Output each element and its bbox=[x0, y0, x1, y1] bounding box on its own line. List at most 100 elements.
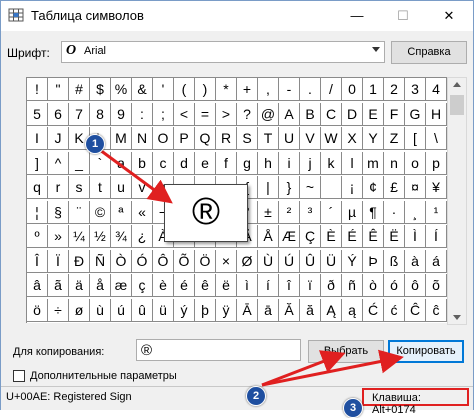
char-cell[interactable]: © bbox=[90, 200, 111, 224]
char-cell[interactable]: ¤ bbox=[405, 176, 426, 199]
char-cell[interactable]: ! bbox=[27, 78, 48, 101]
char-cell[interactable]: E bbox=[363, 102, 384, 126]
char-cell[interactable]: : bbox=[132, 102, 153, 126]
char-cell[interactable]: Ü bbox=[321, 249, 342, 273]
char-cell[interactable]: 2 bbox=[384, 78, 405, 101]
char-cell[interactable]: × bbox=[216, 249, 237, 273]
char-cell[interactable]: % bbox=[111, 78, 132, 101]
char-cell[interactable]: ~ bbox=[300, 176, 321, 199]
char-cell[interactable]: H bbox=[426, 102, 447, 126]
char-cell[interactable]: ^ bbox=[48, 151, 69, 175]
char-cell[interactable]: _ bbox=[69, 151, 90, 175]
char-cell[interactable]: u bbox=[111, 176, 132, 199]
char-cell[interactable]: + bbox=[237, 78, 258, 101]
close-button[interactable]: ✕ bbox=[426, 1, 472, 31]
char-cell[interactable]: n bbox=[384, 151, 405, 175]
char-cell[interactable]: B bbox=[300, 102, 321, 126]
char-cell[interactable]: v bbox=[132, 176, 153, 199]
char-cell[interactable]: · bbox=[384, 200, 405, 224]
char-cell[interactable]: | bbox=[258, 176, 279, 199]
char-cell[interactable]: Å bbox=[258, 225, 279, 248]
char-cell[interactable]: ] bbox=[27, 151, 48, 175]
char-cell[interactable]: * bbox=[216, 78, 237, 101]
char-cell[interactable]: ô bbox=[405, 274, 426, 297]
advanced-view-label[interactable]: Дополнительные параметры bbox=[30, 370, 177, 382]
char-cell[interactable]: ø bbox=[69, 298, 90, 322]
char-cell[interactable]: P bbox=[174, 127, 195, 150]
char-cell[interactable]: ¼ bbox=[69, 225, 90, 248]
char-cell[interactable]: î bbox=[279, 274, 300, 297]
char-cell[interactable]: Y bbox=[363, 127, 384, 150]
char-cell[interactable]: I bbox=[27, 127, 48, 150]
char-cell[interactable]: T bbox=[258, 127, 279, 150]
char-cell[interactable]: » bbox=[48, 225, 69, 248]
char-cell[interactable]: > bbox=[216, 102, 237, 126]
char-cell[interactable] bbox=[321, 176, 342, 199]
grid-scrollbar[interactable] bbox=[447, 77, 467, 325]
char-cell[interactable]: " bbox=[48, 78, 69, 101]
char-cell[interactable]: ÿ bbox=[216, 298, 237, 322]
char-cell[interactable]: Ĉ bbox=[405, 298, 426, 322]
char-cell[interactable]: å bbox=[90, 274, 111, 297]
char-cell[interactable]: ÷ bbox=[48, 298, 69, 322]
char-cell[interactable]: G bbox=[405, 102, 426, 126]
char-cell[interactable]: ½ bbox=[90, 225, 111, 248]
chevron-down-icon[interactable] bbox=[372, 47, 380, 52]
char-cell[interactable]: ª bbox=[111, 200, 132, 224]
minimize-button[interactable]: — bbox=[334, 1, 380, 31]
char-cell[interactable]: } bbox=[279, 176, 300, 199]
font-select[interactable]: O Arial bbox=[61, 41, 385, 63]
char-cell[interactable]: V bbox=[300, 127, 321, 150]
char-cell[interactable]: & bbox=[132, 78, 153, 101]
char-cell[interactable]: $ bbox=[90, 78, 111, 101]
char-cell[interactable]: = bbox=[195, 102, 216, 126]
char-cell[interactable]: b bbox=[132, 151, 153, 175]
char-cell[interactable]: ³ bbox=[300, 200, 321, 224]
char-cell[interactable]: ā bbox=[258, 298, 279, 322]
char-cell[interactable]: Ç bbox=[300, 225, 321, 248]
char-cell[interactable]: f bbox=[216, 151, 237, 175]
char-cell[interactable]: ó bbox=[384, 274, 405, 297]
scroll-up-arrow-icon[interactable] bbox=[453, 82, 461, 87]
char-cell[interactable]: c bbox=[153, 151, 174, 175]
char-cell[interactable]: ) bbox=[195, 78, 216, 101]
char-cell[interactable]: ± bbox=[258, 200, 279, 224]
char-cell[interactable]: Ï bbox=[48, 249, 69, 273]
char-cell[interactable]: ð bbox=[321, 274, 342, 297]
char-cell[interactable]: Ć bbox=[363, 298, 384, 322]
char-cell[interactable]: Z bbox=[384, 127, 405, 150]
char-cell[interactable]: È bbox=[321, 225, 342, 248]
char-cell[interactable]: q bbox=[27, 176, 48, 199]
char-cell[interactable]: s bbox=[69, 176, 90, 199]
char-cell[interactable]: h bbox=[258, 151, 279, 175]
char-cell[interactable]: N bbox=[132, 127, 153, 150]
char-cell[interactable]: ¶ bbox=[363, 200, 384, 224]
char-cell[interactable]: ć bbox=[384, 298, 405, 322]
scrollbar-thumb[interactable] bbox=[450, 95, 464, 115]
char-cell[interactable]: ? bbox=[237, 102, 258, 126]
char-cell[interactable]: þ bbox=[195, 298, 216, 322]
char-cell[interactable]: 3 bbox=[405, 78, 426, 101]
char-cell[interactable]: A bbox=[279, 102, 300, 126]
char-cell[interactable]: Õ bbox=[174, 249, 195, 273]
char-cell[interactable]: k bbox=[321, 151, 342, 175]
char-cell[interactable]: ¹ bbox=[426, 200, 447, 224]
char-cell[interactable]: ' bbox=[153, 78, 174, 101]
char-cell[interactable]: ¸ bbox=[405, 200, 426, 224]
maximize-button[interactable]: ☐ bbox=[380, 1, 426, 31]
char-cell[interactable]: i bbox=[279, 151, 300, 175]
char-cell[interactable]: ¾ bbox=[111, 225, 132, 248]
char-cell[interactable]: û bbox=[132, 298, 153, 322]
char-cell[interactable]: 4 bbox=[426, 78, 447, 101]
char-cell[interactable]: ( bbox=[174, 78, 195, 101]
char-cell[interactable]: ï bbox=[300, 274, 321, 297]
char-cell[interactable]: Í bbox=[426, 225, 447, 248]
char-cell[interactable]: ë bbox=[216, 274, 237, 297]
char-cell[interactable]: à bbox=[405, 249, 426, 273]
char-cell[interactable]: t bbox=[90, 176, 111, 199]
char-cell[interactable]: ¢ bbox=[363, 176, 384, 199]
char-cell[interactable]: Ò bbox=[111, 249, 132, 273]
select-button[interactable]: Выбрать bbox=[308, 340, 384, 363]
char-cell[interactable]: ¿ bbox=[132, 225, 153, 248]
char-cell[interactable]: e bbox=[195, 151, 216, 175]
